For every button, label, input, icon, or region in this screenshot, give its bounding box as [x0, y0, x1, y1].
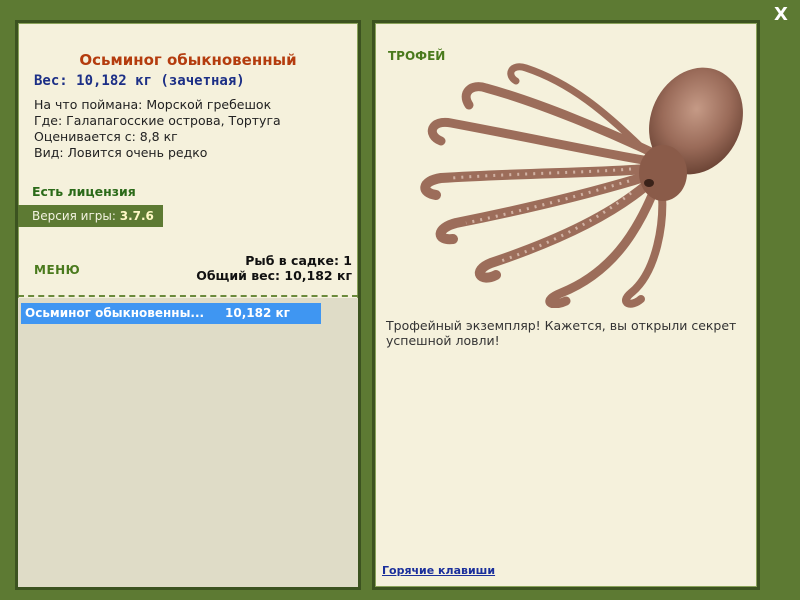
location-info: Где: Галапагосские острова, Тортуга: [34, 113, 281, 128]
game-version: Версия игры: 3.7.6: [18, 205, 163, 227]
version-value: 3.7.6: [119, 209, 154, 223]
hotkeys-link[interactable]: Горячие клавиши: [382, 564, 495, 577]
catch-summary: Рыб в садке: 1 Общий вес: 10,182 кг: [196, 253, 352, 283]
menu-button[interactable]: МЕНЮ: [34, 263, 80, 277]
list-item-name: Осьминог обыкновенны...: [25, 306, 205, 320]
fish-details: На что поймана: Морской гребешок Где: Га…: [34, 97, 281, 161]
fish-title: Осьминог обыкновенный: [79, 51, 297, 69]
version-label: Версия игры:: [32, 209, 116, 223]
trophy-panel: ТРОФЕЙ Трофейный экземпляр! Кажется, вы …: [372, 20, 760, 590]
fish-count: Рыб в садке: 1: [245, 253, 352, 268]
fish-info-panel: Осьминог обыкновенный Вес: 10,182 кг (за…: [15, 20, 361, 590]
trophy-description: Трофейный экземпляр! Кажется, вы открыли…: [386, 318, 737, 348]
catch-list: Осьминог обыкновенны... 10,182 кг: [18, 298, 358, 587]
close-button[interactable]: X: [770, 4, 792, 26]
valued-from-info: Оценивается с: 8,8 кг: [34, 129, 178, 144]
list-item[interactable]: Осьминог обыкновенны... 10,182 кг: [21, 303, 321, 324]
bait-info: На что поймана: Морской гребешок: [34, 97, 272, 112]
rarity-info: Вид: Ловится очень редко: [34, 145, 208, 160]
license-status: Есть лицензия: [32, 184, 136, 199]
total-weight: Общий вес: 10,182 кг: [196, 268, 352, 283]
octopus-icon: [420, 63, 743, 308]
divider: [18, 295, 358, 297]
list-item-weight: 10,182 кг: [225, 306, 290, 320]
fish-weight: Вес: 10,182 кг (зачетная): [34, 73, 245, 89]
